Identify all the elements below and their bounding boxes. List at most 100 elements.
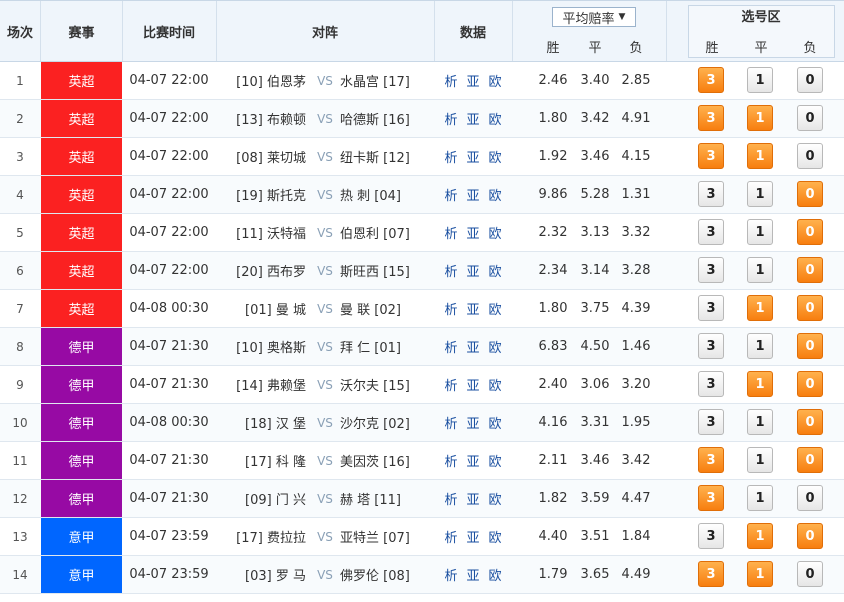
league-badge[interactable]: 德甲 (41, 366, 122, 403)
pick-lose-button[interactable]: 0 (797, 561, 823, 587)
pick-win-button[interactable]: 3 (698, 257, 724, 283)
asian-odds-link[interactable]: 亚 (466, 489, 479, 508)
asian-odds-link[interactable]: 亚 (466, 261, 479, 280)
home-team[interactable]: [19] 斯托克 (236, 185, 306, 204)
analysis-link[interactable]: 析 (444, 185, 457, 204)
euro-odds-link[interactable]: 欧 (489, 185, 502, 204)
analysis-link[interactable]: 析 (444, 527, 457, 546)
home-team[interactable]: [18] 汉 堡 (245, 413, 306, 432)
asian-odds-link[interactable]: 亚 (466, 413, 479, 432)
league-badge[interactable]: 德甲 (41, 480, 122, 517)
pick-lose-button[interactable]: 0 (797, 67, 823, 93)
euro-odds-link[interactable]: 欧 (489, 299, 502, 318)
pick-win-button[interactable]: 3 (698, 181, 724, 207)
home-team[interactable]: [10] 奥格斯 (236, 337, 306, 356)
euro-odds-link[interactable]: 欧 (489, 375, 502, 394)
home-team[interactable]: [10] 伯恩茅 (236, 71, 306, 90)
league-badge[interactable]: 意甲 (41, 556, 122, 593)
euro-odds-link[interactable]: 欧 (489, 451, 502, 470)
pick-draw-button[interactable]: 1 (747, 257, 773, 283)
home-team[interactable]: [17] 科 隆 (245, 451, 306, 470)
pick-lose-button[interactable]: 0 (797, 295, 823, 321)
home-team[interactable]: [14] 弗赖堡 (236, 375, 306, 394)
away-team[interactable]: 佛罗伦 [08] (340, 565, 410, 584)
league-badge[interactable]: 意甲 (41, 518, 122, 555)
asian-odds-link[interactable]: 亚 (466, 565, 479, 584)
pick-win-button[interactable]: 3 (698, 485, 724, 511)
league-badge[interactable]: 英超 (41, 176, 122, 213)
asian-odds-link[interactable]: 亚 (466, 337, 479, 356)
pick-lose-button[interactable]: 0 (797, 143, 823, 169)
analysis-link[interactable]: 析 (444, 147, 457, 166)
euro-odds-link[interactable]: 欧 (489, 527, 502, 546)
euro-odds-link[interactable]: 欧 (489, 223, 502, 242)
league-badge[interactable]: 英超 (41, 252, 122, 289)
pick-lose-button[interactable]: 0 (797, 219, 823, 245)
league-badge[interactable]: 英超 (41, 138, 122, 175)
euro-odds-link[interactable]: 欧 (489, 261, 502, 280)
home-team[interactable]: [17] 费拉拉 (236, 527, 306, 546)
home-team[interactable]: [03] 罗 马 (245, 565, 306, 584)
euro-odds-link[interactable]: 欧 (489, 109, 502, 128)
analysis-link[interactable]: 析 (444, 451, 457, 470)
away-team[interactable]: 曼 联 [02] (340, 299, 401, 318)
pick-lose-button[interactable]: 0 (797, 409, 823, 435)
average-odds-select[interactable]: 平均赔率 ▼ (552, 7, 636, 27)
away-team[interactable]: 美因茨 [16] (340, 451, 410, 470)
pick-win-button[interactable]: 3 (698, 295, 724, 321)
home-team[interactable]: [11] 沃特福 (236, 223, 306, 242)
asian-odds-link[interactable]: 亚 (466, 375, 479, 394)
away-team[interactable]: 伯恩利 [07] (340, 223, 410, 242)
league-badge[interactable]: 英超 (41, 100, 122, 137)
euro-odds-link[interactable]: 欧 (489, 337, 502, 356)
away-team[interactable]: 纽卡斯 [12] (340, 147, 410, 166)
pick-draw-button[interactable]: 1 (747, 485, 773, 511)
pick-draw-button[interactable]: 1 (747, 105, 773, 131)
pick-draw-button[interactable]: 1 (747, 143, 773, 169)
pick-lose-button[interactable]: 0 (797, 105, 823, 131)
asian-odds-link[interactable]: 亚 (466, 147, 479, 166)
home-team[interactable]: [13] 布赖顿 (236, 109, 306, 128)
pick-lose-button[interactable]: 0 (797, 485, 823, 511)
home-team[interactable]: [01] 曼 城 (245, 299, 306, 318)
asian-odds-link[interactable]: 亚 (466, 71, 479, 90)
pick-lose-button[interactable]: 0 (797, 447, 823, 473)
pick-draw-button[interactable]: 1 (747, 523, 773, 549)
asian-odds-link[interactable]: 亚 (466, 299, 479, 318)
pick-win-button[interactable]: 3 (698, 523, 724, 549)
pick-lose-button[interactable]: 0 (797, 523, 823, 549)
away-team[interactable]: 沙尔克 [02] (340, 413, 410, 432)
pick-lose-button[interactable]: 0 (797, 371, 823, 397)
pick-win-button[interactable]: 3 (698, 561, 724, 587)
pick-lose-button[interactable]: 0 (797, 257, 823, 283)
euro-odds-link[interactable]: 欧 (489, 71, 502, 90)
league-badge[interactable]: 英超 (41, 290, 122, 327)
asian-odds-link[interactable]: 亚 (466, 109, 479, 128)
analysis-link[interactable]: 析 (444, 489, 457, 508)
analysis-link[interactable]: 析 (444, 71, 457, 90)
away-team[interactable]: 亚特兰 [07] (340, 527, 410, 546)
pick-win-button[interactable]: 3 (698, 219, 724, 245)
euro-odds-link[interactable]: 欧 (489, 413, 502, 432)
pick-draw-button[interactable]: 1 (747, 295, 773, 321)
pick-draw-button[interactable]: 1 (747, 447, 773, 473)
analysis-link[interactable]: 析 (444, 223, 457, 242)
analysis-link[interactable]: 析 (444, 109, 457, 128)
asian-odds-link[interactable]: 亚 (466, 451, 479, 470)
analysis-link[interactable]: 析 (444, 413, 457, 432)
home-team[interactable]: [09] 门 兴 (245, 489, 306, 508)
pick-draw-button[interactable]: 1 (747, 561, 773, 587)
away-team[interactable]: 哈德斯 [16] (340, 109, 410, 128)
away-team[interactable]: 斯旺西 [15] (340, 261, 410, 280)
pick-draw-button[interactable]: 1 (747, 371, 773, 397)
league-badge[interactable]: 英超 (41, 62, 122, 99)
home-team[interactable]: [20] 西布罗 (236, 261, 306, 280)
away-team[interactable]: 拜 仁 [01] (340, 337, 401, 356)
pick-win-button[interactable]: 3 (698, 447, 724, 473)
home-team[interactable]: [08] 莱切城 (236, 147, 306, 166)
euro-odds-link[interactable]: 欧 (489, 147, 502, 166)
pick-win-button[interactable]: 3 (698, 67, 724, 93)
asian-odds-link[interactable]: 亚 (466, 223, 479, 242)
pick-lose-button[interactable]: 0 (797, 181, 823, 207)
asian-odds-link[interactable]: 亚 (466, 185, 479, 204)
